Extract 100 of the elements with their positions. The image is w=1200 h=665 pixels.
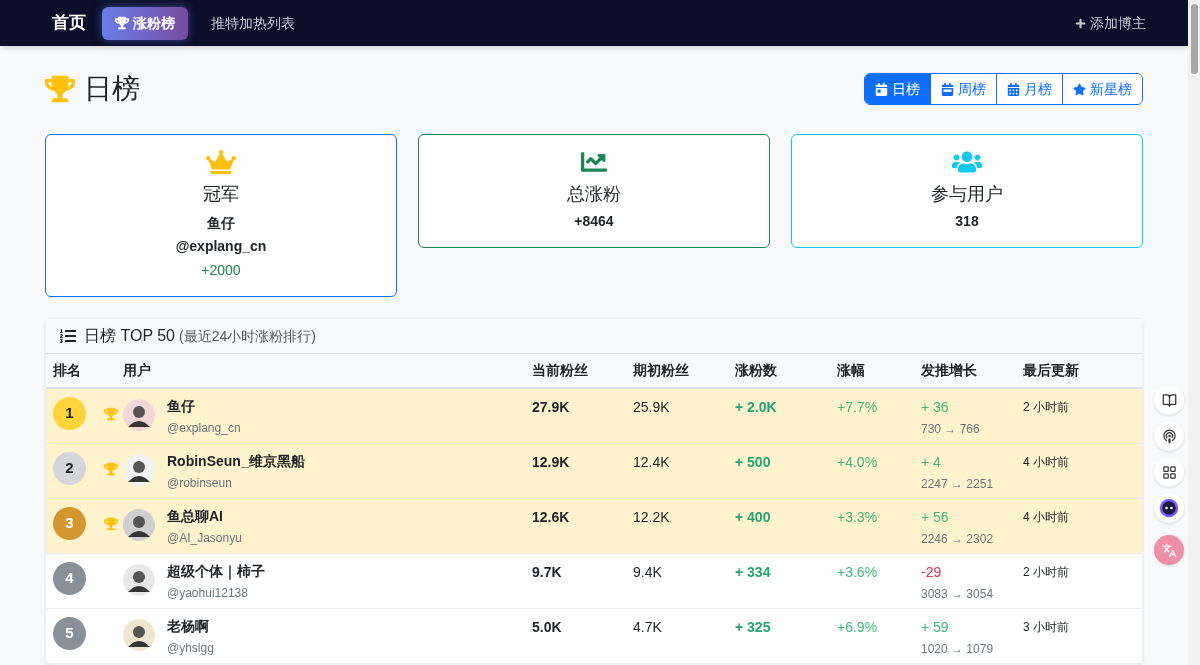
table-cell-text: + 334 [735,563,771,582]
stat-title: 冠军 [203,183,239,206]
table-cell-text: + 500 [735,453,771,472]
column-header: 涨幅 [837,361,865,380]
trophy-icon [45,75,75,103]
avatar [123,619,155,651]
rank-badge: 2 [53,452,86,485]
range-tab[interactable]: 周榜 [930,74,996,104]
stat-value: +2000 [201,261,241,280]
users-icon [952,149,982,175]
table-cell-text: 25.9K [633,398,670,417]
tweet-change: + 59 [921,618,949,637]
user-name[interactable]: 超级个体｜柿子 [167,562,265,581]
table-row[interactable]: 3 鱼总聊AI @AI_Jasonyu 12.6K 12.2K + 400 +3.3% + 56 2246 → 2302 4 小时前 [46,499,1142,554]
trophy-icon [104,461,118,476]
star-icon [1073,82,1086,96]
table-cell-text: 9.4K [633,563,662,582]
user-handle: @yhslgg [167,640,214,657]
column-header: 发推增长 [921,361,977,380]
nav-link[interactable]: 涨粉榜 [102,6,188,40]
table-title: 日榜 TOP 50 [84,326,175,346]
user-handle: @explang_cn [167,420,241,437]
champion-name: 鱼仔 [207,214,235,233]
trophy-icon [104,516,118,531]
avatar [123,564,155,596]
table-subtitle: (最近24小时涨粉排行) [179,326,316,346]
table-cell-text: 12.6K [532,508,570,527]
table-cell-text: 4 小时前 [1023,509,1069,526]
user-handle: @yaohui12138 [167,585,249,602]
table-cell-text: + 2.0K [735,398,777,417]
table-cell-text: +6.9% [837,618,878,637]
table-cell-text: 9.7K [532,563,562,582]
user-name[interactable]: 老杨啊 [167,617,214,636]
calendar-icon [1007,82,1020,96]
plus-icon [1075,17,1086,29]
add-blogger-button[interactable]: 添加博主 [1075,12,1146,34]
tweet-range: 2246 → 2302 [921,531,994,548]
user-name[interactable]: 鱼仔 [167,397,241,416]
table-cell-text: 2 小时前 [1023,399,1069,416]
stat-value: 318 [955,212,979,231]
table-cell-text: 5.0K [532,618,562,637]
nav-link[interactable]: 推特加热列表 [198,6,308,40]
tweet-range: 2247 → 2251 [921,476,994,493]
table-cell-text: 12.2K [633,508,670,527]
table-cell-text: 2 小时前 [1023,564,1069,581]
tweet-range: 3083 → 3054 [921,586,994,603]
table-cell-text: 12.4K [633,453,670,472]
table-cell-text: +7.7% [837,398,878,417]
range-tab[interactable]: 月榜 [996,74,1062,104]
table-cell-text: +3.6% [837,563,878,582]
column-header: 排名 [53,361,81,380]
scrollbar[interactable] [1188,0,1200,665]
avatar [123,399,155,431]
column-header: 涨粉数 [735,361,777,380]
tweet-range: 730 → 766 [921,421,980,438]
tweet-change: + 56 [921,508,949,527]
table-cell-text: +3.3% [837,508,878,527]
brand-link[interactable]: 首页 [52,10,86,36]
rank-badge: 3 [53,507,86,540]
rank-badge: 4 [53,562,86,595]
table-row[interactable]: 4 超级个体｜柿子 @yaohui12138 9.7K 9.4K + 334 +3.6% -29 3083 → 3054 2 小时前 [46,554,1142,609]
champion-handle: @explang_cn [175,237,267,256]
table-row[interactable]: 2 RobinSeun_维京黑船 @robinseun 12.9K 12.4K + 500 +4.0% + 4 2247 → 2251 4 小时前 [46,444,1142,499]
stat-title: 总涨粉 [567,183,621,206]
column-header: 期初粉丝 [633,361,689,380]
book-icon[interactable] [1154,385,1184,415]
user-handle: @AI_Jasonyu [167,530,242,547]
numbered-list-icon [60,328,76,344]
column-header: 最后更新 [1023,361,1079,380]
column-header: 当前粉丝 [532,361,588,380]
podcast-icon[interactable] [1154,421,1184,451]
trophy-icon [115,16,129,30]
table-cell-text: 4.7K [633,618,662,637]
table-cell-text: 12.9K [532,453,570,472]
user-name[interactable]: RobinSeun_维京黑船 [167,452,305,471]
crown-icon [206,149,236,175]
user-name[interactable]: 鱼总聊AI [167,507,242,526]
table-row[interactable]: 1 鱼仔 @explang_cn 27.9K 25.9K + 2.0K +7.7% + 36 730 → 766 2 小时前 [46,389,1142,444]
rank-badge: 1 [53,397,86,430]
stat-value: +8464 [574,212,614,231]
range-tab[interactable]: 日榜 [865,74,930,104]
tweet-change: -29 [921,563,942,582]
range-tab[interactable]: 新星榜 [1062,74,1142,104]
page-title: 日榜 [84,72,140,106]
tweet-range: 1020 → 1079 [921,641,994,658]
trophy-icon [104,406,118,421]
user-handle: @robinseun [167,475,233,492]
tweet-change: + 4 [921,453,941,472]
calendar-icon [941,82,954,96]
rank-badge: 5 [53,617,86,650]
robot-face-icon[interactable] [1154,493,1184,523]
column-header: 用户 [123,361,151,380]
table-cell-text: 27.9K [532,398,570,417]
grid-icon[interactable] [1154,457,1184,487]
avatar [123,509,155,541]
tweet-change: + 36 [921,398,949,417]
avatar [123,454,155,486]
table-row[interactable]: 5 老杨啊 @yhslgg 5.0K 4.7K + 325 +6.9% + 59 1020 → 1079 3 小时前 [46,609,1142,664]
table-cell-text: 4 小时前 [1023,454,1069,471]
chart-line-icon [579,149,609,175]
